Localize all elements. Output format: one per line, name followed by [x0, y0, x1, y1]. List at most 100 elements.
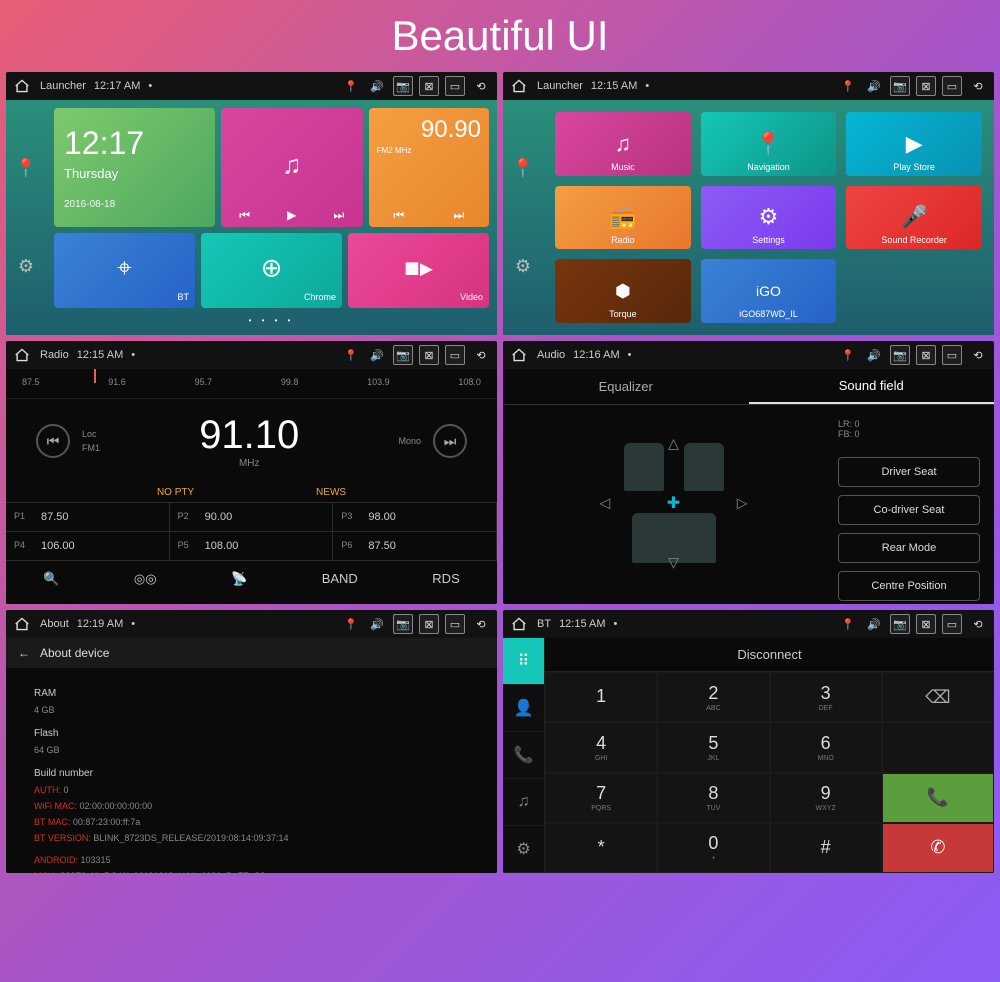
location-icon[interactable]: 📍	[838, 76, 858, 96]
home-icon[interactable]	[12, 76, 32, 96]
about-header[interactable]: ← About device	[6, 638, 497, 668]
back-icon[interactable]: ⟲	[968, 76, 988, 96]
disconnect-button[interactable]: Disconnect	[545, 638, 994, 672]
home-icon[interactable]	[509, 345, 529, 365]
backspace-key[interactable]: ⌫	[882, 672, 994, 722]
camera-icon[interactable]: 📷	[393, 614, 413, 634]
prev-station-button[interactable]: ⏮	[36, 424, 70, 458]
clock-tile[interactable]: 12:17 Thursday 2016-08-18	[54, 108, 215, 227]
app-playstore[interactable]: ▶Play Store	[846, 112, 982, 176]
next-icon[interactable]: ⏭	[333, 208, 344, 223]
preset-3[interactable]: P398.00	[333, 503, 497, 531]
frequency-scale[interactable]: 87.591.695.799.8103.9108.0	[6, 369, 497, 399]
rear-mode-button[interactable]: Rear Mode	[838, 533, 980, 563]
arrow-down-icon[interactable]: ▽	[668, 554, 679, 571]
window-icon[interactable]: ▭	[942, 76, 962, 96]
chrome-tile[interactable]: ⊕ Chrome	[201, 233, 342, 308]
home-icon[interactable]	[509, 76, 529, 96]
music-tab[interactable]: ♫	[503, 779, 544, 826]
next-station-button[interactable]: ⏭	[433, 424, 467, 458]
window-icon[interactable]: ▭	[942, 345, 962, 365]
key-2[interactable]: 2ABC	[657, 672, 769, 722]
close-icon[interactable]: ⊠	[916, 76, 936, 96]
app-navigation[interactable]: 📍Navigation	[701, 112, 837, 176]
preset-2[interactable]: P290.00	[170, 503, 334, 531]
volume-icon[interactable]: 🔊	[864, 345, 884, 365]
app-torque[interactable]: ⬢Torque	[555, 259, 691, 323]
key-5[interactable]: 5JKL	[657, 722, 769, 772]
next-icon[interactable]: ⏭	[454, 208, 465, 223]
app-music[interactable]: ♫Music	[555, 112, 691, 176]
contacts-tab[interactable]: 👤	[503, 685, 544, 732]
preset-4[interactable]: P4106.00	[6, 532, 170, 560]
location-icon[interactable]: 📍	[341, 76, 361, 96]
back-icon[interactable]: ⟲	[471, 76, 491, 96]
dialpad-tab[interactable]: ⠿	[503, 638, 544, 685]
band-button[interactable]: BAND	[322, 571, 358, 586]
rds-button[interactable]: RDS	[432, 571, 459, 586]
call-button[interactable]: 📞	[882, 773, 994, 823]
equalizer-icon[interactable]: ⚙	[515, 256, 531, 277]
back-icon[interactable]: ⟲	[968, 345, 988, 365]
settings-tab[interactable]: ⚙	[503, 826, 544, 873]
prev-icon[interactable]: ⏮	[393, 208, 404, 223]
seat-position-control[interactable]: ✚ △ ▽ ◁ ▷	[624, 443, 724, 563]
arrow-left-icon[interactable]: ◁	[600, 494, 611, 511]
volume-icon[interactable]: 🔊	[864, 76, 884, 96]
back-icon[interactable]: ⟲	[471, 614, 491, 634]
volume-icon[interactable]: 🔊	[367, 76, 387, 96]
driver-seat-button[interactable]: Driver Seat	[838, 457, 980, 487]
search-icon[interactable]: 🔍	[43, 571, 59, 587]
stereo-icon[interactable]: ◎◎	[134, 571, 157, 587]
tab-equalizer[interactable]: Equalizer	[503, 369, 749, 404]
key-star[interactable]: *	[545, 823, 657, 873]
equalizer-icon[interactable]: ⚙	[18, 256, 34, 277]
back-icon[interactable]: ⟲	[471, 345, 491, 365]
app-soundrecorder[interactable]: 🎤Sound Recorder	[846, 186, 982, 250]
centre-position-button[interactable]: Centre Position	[838, 571, 980, 601]
back-icon[interactable]: ⟲	[968, 614, 988, 634]
antenna-icon[interactable]: 📡	[231, 571, 247, 587]
key-6[interactable]: 6MNO	[770, 722, 882, 772]
close-icon[interactable]: ⊠	[419, 345, 439, 365]
window-icon[interactable]: ▭	[445, 614, 465, 634]
location-icon[interactable]: 📍	[341, 614, 361, 634]
home-icon[interactable]	[12, 614, 32, 634]
preset-5[interactable]: P5108.00	[170, 532, 334, 560]
volume-icon[interactable]: 🔊	[367, 345, 387, 365]
window-icon[interactable]: ▭	[445, 76, 465, 96]
key-0[interactable]: 0+	[657, 823, 769, 873]
app-settings[interactable]: ⚙Settings	[701, 186, 837, 250]
window-icon[interactable]: ▭	[445, 345, 465, 365]
close-icon[interactable]: ⊠	[419, 614, 439, 634]
tab-soundfield[interactable]: Sound field	[749, 369, 995, 404]
bluetooth-tile[interactable]: ⌖ BT	[54, 233, 195, 308]
volume-icon[interactable]: 🔊	[367, 614, 387, 634]
close-icon[interactable]: ⊠	[916, 345, 936, 365]
key-3[interactable]: 3DEF	[770, 672, 882, 722]
video-tile[interactable]: ■▸ Video	[348, 233, 489, 308]
pin-icon[interactable]: 📍	[512, 158, 534, 179]
volume-icon[interactable]: 🔊	[864, 614, 884, 634]
location-icon[interactable]: 📍	[838, 614, 858, 634]
play-icon[interactable]: ▶	[287, 208, 296, 223]
close-icon[interactable]: ⊠	[916, 614, 936, 634]
key-7[interactable]: 7PQRS	[545, 773, 657, 823]
app-radio[interactable]: 📻Radio	[555, 186, 691, 250]
arrow-right-icon[interactable]: ▷	[737, 494, 748, 511]
key-4[interactable]: 4GHI	[545, 722, 657, 772]
location-icon[interactable]: 📍	[341, 345, 361, 365]
app-igo[interactable]: iGOiGO687WD_IL	[701, 259, 837, 323]
home-icon[interactable]	[12, 345, 32, 365]
location-icon[interactable]: 📍	[838, 345, 858, 365]
close-icon[interactable]: ⊠	[419, 76, 439, 96]
home-icon[interactable]	[509, 614, 529, 634]
end-call-button[interactable]: ✆	[882, 823, 994, 873]
key-hash[interactable]: #	[770, 823, 882, 873]
prev-icon[interactable]: ⏮	[239, 208, 250, 223]
camera-icon[interactable]: 📷	[890, 76, 910, 96]
preset-6[interactable]: P687.50	[333, 532, 497, 560]
key-9[interactable]: 9WXYZ	[770, 773, 882, 823]
back-arrow-icon[interactable]: ←	[18, 646, 30, 660]
camera-icon[interactable]: 📷	[890, 614, 910, 634]
